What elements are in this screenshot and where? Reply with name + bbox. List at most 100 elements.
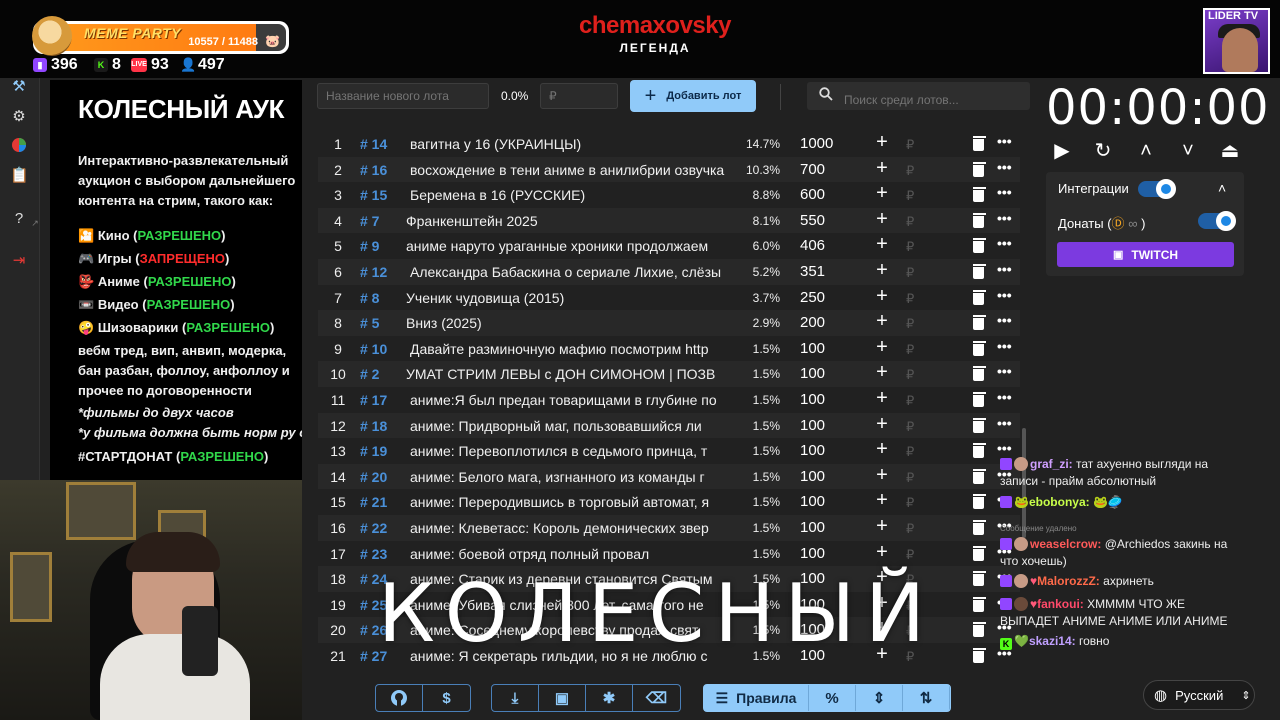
help-icon[interactable]: ? xyxy=(10,210,28,228)
lot-more-button[interactable]: ••• xyxy=(997,389,1013,405)
clipboard-icon[interactable]: 📋 xyxy=(10,167,29,185)
download-button[interactable]: ⤓ xyxy=(492,685,539,711)
add-amount-button[interactable]: + xyxy=(874,387,890,410)
delete-lot-button[interactable] xyxy=(973,187,987,203)
lot-more-button[interactable]: ••• xyxy=(997,440,1013,456)
language-select[interactable]: ◍ Русский ⇕ xyxy=(1143,680,1255,710)
add-amount-button[interactable]: + xyxy=(874,285,890,308)
chevron-up-icon[interactable]: ˄ xyxy=(1218,180,1226,196)
github-button[interactable] xyxy=(376,685,423,711)
play-button[interactable]: ▶ xyxy=(1051,140,1073,162)
donations-toggle[interactable] xyxy=(1198,211,1236,231)
lot-name[interactable]: аниме: Клеветасс: Король демонических зв… xyxy=(410,520,732,536)
lot-name[interactable]: УМАТ СТРИМ ЛЕВЫ с ДОН СИМОНОМ | ПОЗВ xyxy=(406,366,728,382)
add-time-button[interactable]: ˄ xyxy=(1135,140,1157,162)
add-amount-button[interactable]: + xyxy=(874,361,890,384)
add-amount-button[interactable]: + xyxy=(874,541,890,564)
add-amount-button[interactable]: + xyxy=(874,259,890,282)
lot-name[interactable]: Александра Бабаскина о сериале Лихие, сл… xyxy=(410,264,732,280)
delete-lot-button[interactable] xyxy=(973,443,987,459)
reset-timer-button[interactable]: ↻ xyxy=(1092,140,1114,162)
lot-name[interactable]: аниме: Переродившись в торговый автомат,… xyxy=(410,494,732,510)
rules-button[interactable]: ☰ Правила xyxy=(704,685,809,711)
delete-lot-button[interactable] xyxy=(973,366,987,382)
lot-name[interactable]: Давайте разминочную мафию посмотрим http xyxy=(410,341,732,357)
percent-toggle-button[interactable]: % xyxy=(809,685,856,711)
lot-more-button[interactable]: ••• xyxy=(997,312,1013,328)
lot-more-button[interactable]: ••• xyxy=(997,415,1013,431)
delete-lot-button[interactable] xyxy=(973,161,987,177)
donate-button[interactable]: $ xyxy=(423,685,470,711)
lot-more-button[interactable]: ••• xyxy=(997,338,1013,354)
delete-lot-button[interactable] xyxy=(973,417,987,433)
lot-name[interactable]: вагитна у 16 (УКРАИНЦЫ) xyxy=(410,136,732,152)
swap-order-button[interactable]: ⇅ xyxy=(903,685,950,711)
lot-name[interactable]: аниме: Белого мага, изгнанного из команд… xyxy=(410,469,732,485)
bug-report-button[interactable]: ✱ xyxy=(586,685,633,711)
delete-lot-button[interactable] xyxy=(973,622,987,638)
wheel-icon[interactable] xyxy=(10,137,28,155)
delete-lot-button[interactable] xyxy=(973,340,987,356)
lot-name[interactable]: Ученик чудовища (2015) xyxy=(406,290,728,306)
delete-lot-button[interactable] xyxy=(973,315,987,331)
lot-name[interactable]: аниме: Придворный маг, пользовавшийся ли xyxy=(410,418,732,434)
add-amount-button[interactable]: + xyxy=(874,233,890,256)
delete-lot-button[interactable] xyxy=(973,264,987,279)
lot-more-button[interactable]: ••• xyxy=(997,133,1013,149)
delete-lot-button[interactable] xyxy=(973,136,987,151)
add-amount-button[interactable]: + xyxy=(874,489,890,512)
search-lots-input[interactable] xyxy=(807,82,1030,110)
settings-icon[interactable]: ⚙ xyxy=(10,108,28,126)
save-button[interactable]: ▣ xyxy=(539,685,586,711)
delete-lot-button[interactable] xyxy=(973,212,987,228)
delete-lot-button[interactable] xyxy=(973,392,987,407)
subtract-time-button[interactable]: ˅ xyxy=(1177,140,1199,162)
delete-lot-button[interactable] xyxy=(973,648,987,663)
add-amount-button[interactable]: + xyxy=(874,413,890,436)
delete-lot-button[interactable] xyxy=(973,238,987,254)
delete-lot-button[interactable] xyxy=(973,289,987,305)
delete-lot-button[interactable] xyxy=(973,571,987,587)
collapse-timer-button[interactable]: ⏏ xyxy=(1219,140,1241,162)
delete-lot-button[interactable] xyxy=(973,545,987,561)
add-amount-button[interactable]: + xyxy=(874,336,890,359)
delete-lot-button[interactable] xyxy=(973,468,987,484)
lot-name[interactable]: аниме:Я был предан товарищами в глубине … xyxy=(410,392,732,408)
add-lot-button[interactable]: + Добавить лот xyxy=(630,80,756,112)
delete-lot-button[interactable] xyxy=(973,494,987,510)
delete-lot-button[interactable] xyxy=(973,520,987,535)
integrations-toggle[interactable] xyxy=(1138,179,1176,199)
lot-name[interactable]: аниме: Перевоплотился в седьмого принца,… xyxy=(410,443,732,459)
lot-name[interactable]: Франкенштейн 2025 xyxy=(406,213,728,229)
add-amount-button[interactable]: + xyxy=(874,157,890,180)
logout-icon[interactable]: ⇥ xyxy=(10,252,28,270)
lot-more-button[interactable]: ••• xyxy=(997,159,1013,175)
collapse-icon: ⏏ xyxy=(1220,140,1240,162)
delete-lot-button[interactable] xyxy=(973,596,987,612)
add-amount-button[interactable]: + xyxy=(874,438,890,461)
add-amount-button[interactable]: + xyxy=(874,131,890,154)
lot-percent: 1.5% xyxy=(752,341,780,356)
auction-icon[interactable]: ⚒ xyxy=(10,78,28,96)
lot-more-button[interactable]: ••• xyxy=(997,287,1013,303)
lot-more-button[interactable]: ••• xyxy=(997,184,1013,200)
add-amount-button[interactable]: + xyxy=(874,464,890,487)
new-lot-input[interactable] xyxy=(317,83,489,109)
add-amount-button[interactable]: + xyxy=(874,182,890,205)
lot-name[interactable]: Вниз (2025) xyxy=(406,315,728,331)
lot-more-button[interactable]: ••• xyxy=(997,235,1013,251)
lot-more-button[interactable]: ••• xyxy=(997,210,1013,226)
lot-name[interactable]: аниме: боевой отряд полный провал xyxy=(410,546,732,562)
lot-more-button[interactable]: ••• xyxy=(997,363,1013,379)
lot-name[interactable]: аниме наруто ураганные хроники продолжае… xyxy=(406,238,728,254)
lot-more-button[interactable]: ••• xyxy=(997,261,1013,277)
clear-lots-button[interactable]: ⌫ xyxy=(633,685,680,711)
compact-view-button[interactable]: ⇕ xyxy=(856,685,903,711)
lot-name[interactable]: Беремена в 16 (РУССКИЕ) xyxy=(410,187,732,203)
lot-name[interactable]: восхождение в тени аниме в анилибрии озв… xyxy=(410,162,732,178)
add-amount-button[interactable]: + xyxy=(874,310,890,333)
add-amount-button[interactable]: + xyxy=(874,515,890,538)
twitch-button[interactable]: ▣ TWITCH xyxy=(1057,242,1234,267)
add-amount-button[interactable]: + xyxy=(874,208,890,231)
new-lot-price-input[interactable] xyxy=(540,83,618,109)
